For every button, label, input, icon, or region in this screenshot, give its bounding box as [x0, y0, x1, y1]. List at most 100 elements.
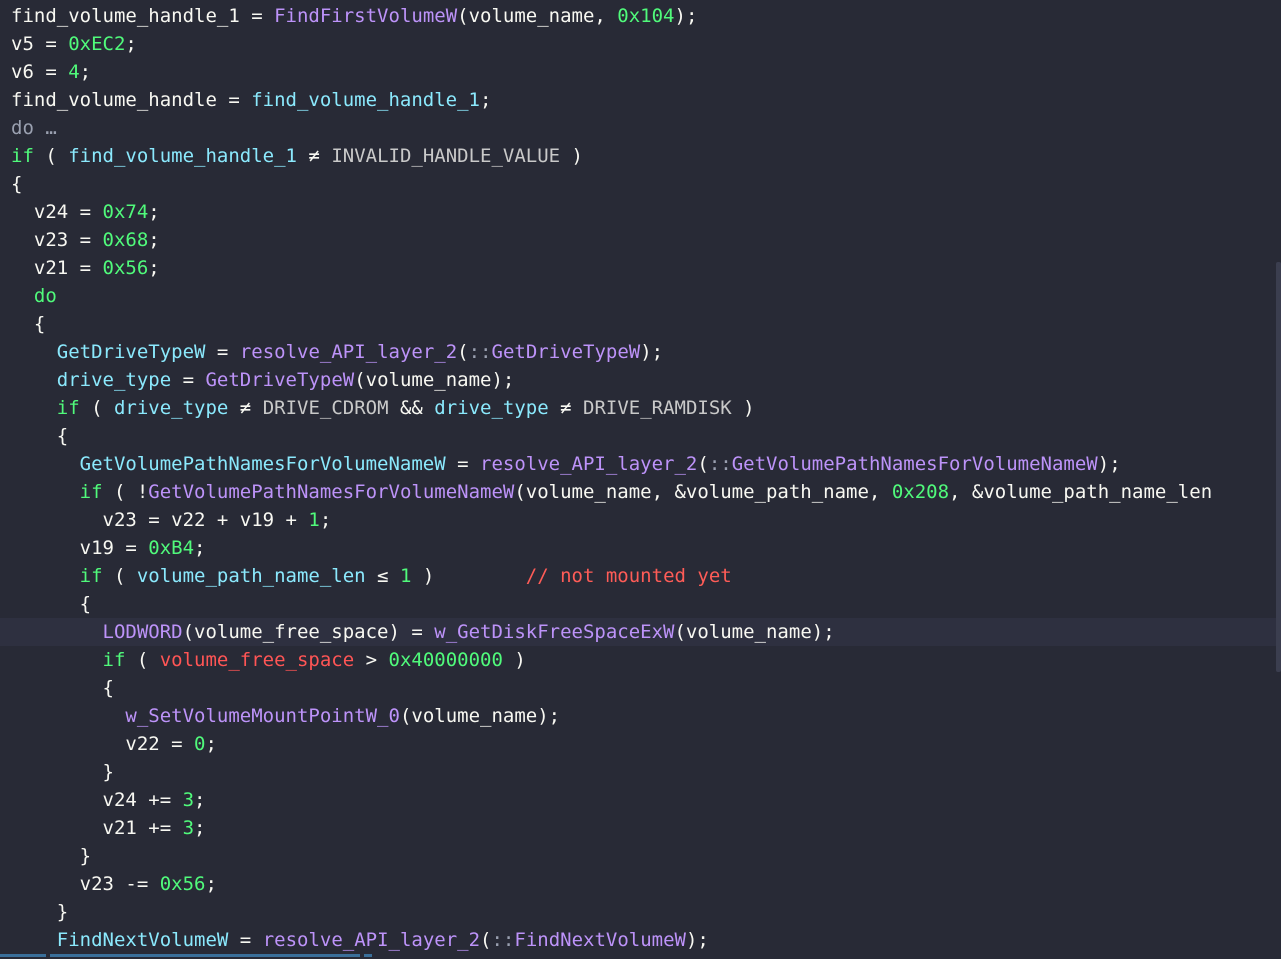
code-token-plain: ≤: [365, 565, 400, 587]
code-line[interactable]: do …: [0, 114, 1276, 142]
code-line[interactable]: {: [0, 310, 1276, 338]
code-editor[interactable]: find_volume_handle_1 = FindFirstVolumeW(…: [0, 0, 1276, 959]
code-line[interactable]: if ( volume_path_name_len ≤ 1 ) // not m…: [0, 562, 1276, 590]
code-token-variable: volume_path_name_len: [136, 565, 366, 587]
code-token-plain: {: [11, 593, 92, 615]
code-line[interactable]: GetDriveTypeW = resolve_API_layer_2(::Ge…: [0, 338, 1276, 366]
code-token-plain: (volume_name);: [674, 621, 835, 643]
bottom-tab-indicator[interactable]: [364, 954, 372, 957]
code-line[interactable]: FindNextVolumeW = resolve_API_layer_2(::…: [0, 926, 1276, 954]
code-token-plain: =: [205, 341, 240, 363]
code-token-variable: find_volume_handle_1: [68, 145, 297, 167]
code-token-number: 0xB4: [148, 537, 195, 559]
code-token-keyword: if: [11, 649, 126, 671]
code-line[interactable]: }: [0, 898, 1276, 926]
vertical-scrollbar[interactable]: [1276, 262, 1281, 672]
code-token-plain: >: [354, 649, 389, 671]
code-line[interactable]: v21 += 3;: [0, 814, 1276, 842]
code-token-number: 0x208: [891, 481, 950, 503]
code-token-keyword: if: [11, 565, 103, 587]
code-token-plain: {: [11, 173, 23, 195]
code-token-constant: INVALID_HANDLE_VALUE: [331, 145, 561, 167]
code-token-number: 0x104: [617, 5, 675, 27]
code-line[interactable]: }: [0, 842, 1276, 870]
code-token-plain: (: [457, 341, 469, 363]
code-token-plain: }: [11, 845, 92, 867]
code-token-variable: drive_type: [113, 397, 229, 419]
code-token-number: 0xEC2: [68, 33, 126, 55]
bottom-tab-indicator[interactable]: [50, 954, 360, 957]
code-line[interactable]: find_volume_handle_1 = FindFirstVolumeW(…: [0, 2, 1276, 30]
code-token-plain: (: [102, 565, 137, 587]
code-token-number: 3: [182, 789, 195, 811]
code-token-plain: &&: [388, 397, 435, 419]
code-line[interactable]: v5 = 0xEC2;: [0, 30, 1276, 58]
code-line[interactable]: if ( !GetVolumePathNamesForVolumeNameW(v…: [0, 478, 1276, 506]
code-line[interactable]: do: [0, 282, 1276, 310]
code-token-number: 0x74: [102, 201, 149, 223]
code-token-plain: v19 =: [11, 537, 149, 559]
code-line[interactable]: GetVolumePathNamesForVolumeNameW = resol…: [0, 450, 1276, 478]
code-token-function: GetDriveTypeW: [491, 341, 641, 363]
code-line[interactable]: }: [0, 758, 1276, 786]
code-token-plain: ≠: [548, 397, 584, 419]
code-token-plain: v23 =: [11, 229, 103, 251]
code-token-plain: ( !: [102, 481, 149, 503]
code-token-plain: }: [11, 761, 114, 783]
code-line[interactable]: v23 -= 0x56;: [0, 870, 1276, 898]
code-token-plain: (: [125, 649, 160, 671]
code-token-plain: ): [560, 145, 583, 167]
code-token-plain: find_volume_handle =: [11, 89, 252, 111]
code-token-plain: ): [502, 649, 526, 671]
code-token-plain: (volume_name);: [354, 369, 515, 391]
code-line[interactable]: v19 = 0xB4;: [0, 534, 1276, 562]
code-line[interactable]: if ( volume_free_space > 0x40000000 ): [0, 646, 1276, 674]
code-line[interactable]: v21 = 0x56;: [0, 254, 1276, 282]
code-line[interactable]: v23 = v22 + v19 + 1;: [0, 506, 1276, 534]
code-line[interactable]: {: [0, 674, 1276, 702]
code-token-plain: );: [685, 929, 709, 951]
code-token-plain: ;: [319, 509, 332, 531]
code-token-keyword: if: [11, 481, 103, 503]
code-token-dim: ::: [491, 929, 515, 951]
code-line[interactable]: v6 = 4;: [0, 58, 1276, 86]
bottom-tab-indicator[interactable]: [0, 954, 46, 957]
code-line[interactable]: {: [0, 590, 1276, 618]
code-token-plain: ): [411, 565, 526, 587]
code-token-number: 3: [182, 817, 195, 839]
code-line[interactable]: v22 = 0;: [0, 730, 1276, 758]
code-token-variable: drive_type: [434, 397, 549, 419]
code-line[interactable]: v23 = 0x68;: [0, 226, 1276, 254]
code-token-number: 0x56: [102, 257, 149, 279]
code-token-plain: find_volume_handle_1 =: [11, 5, 275, 27]
code-token-function: FindNextVolumeW: [514, 929, 686, 951]
code-token-plain: ;: [205, 873, 217, 895]
code-token-plain: (volume_name,: [457, 5, 618, 27]
code-line[interactable]: v24 += 3;: [0, 786, 1276, 814]
bottom-tab-strip: [0, 954, 1281, 959]
code-line[interactable]: drive_type = GetDriveTypeW(volume_name);: [0, 366, 1276, 394]
code-token-plain: v21 +=: [11, 817, 183, 839]
code-line[interactable]: w_SetVolumeMountPointW_0(volume_name);: [0, 702, 1276, 730]
code-token-highlight_var: volume_free_space: [159, 649, 355, 671]
code-token-keyword: do: [11, 285, 57, 307]
code-token-variable: GetDriveTypeW: [56, 341, 206, 363]
code-line[interactable]: if ( find_volume_handle_1 ≠ INVALID_HAND…: [0, 142, 1276, 170]
code-line[interactable]: {: [0, 422, 1276, 450]
code-token-number: 4: [68, 61, 80, 83]
code-token-plain: ;: [125, 33, 137, 55]
code-token-plain: =: [171, 369, 206, 391]
code-line[interactable]: {: [0, 170, 1276, 198]
code-token-plain: );: [640, 341, 664, 363]
code-token-plain: v24 +=: [11, 789, 183, 811]
code-token-plain: (volume_name);: [399, 705, 561, 727]
code-line[interactable]: find_volume_handle = find_volume_handle_…: [0, 86, 1276, 114]
code-line[interactable]: if ( drive_type ≠ DRIVE_CDROM && drive_t…: [0, 394, 1276, 422]
code-token-keyword: if: [11, 145, 34, 167]
code-token-plain: ;: [148, 201, 160, 223]
code-line[interactable]: LODWORD(volume_free_space) = w_GetDiskFr…: [0, 618, 1276, 646]
code-line[interactable]: v24 = 0x74;: [0, 198, 1276, 226]
